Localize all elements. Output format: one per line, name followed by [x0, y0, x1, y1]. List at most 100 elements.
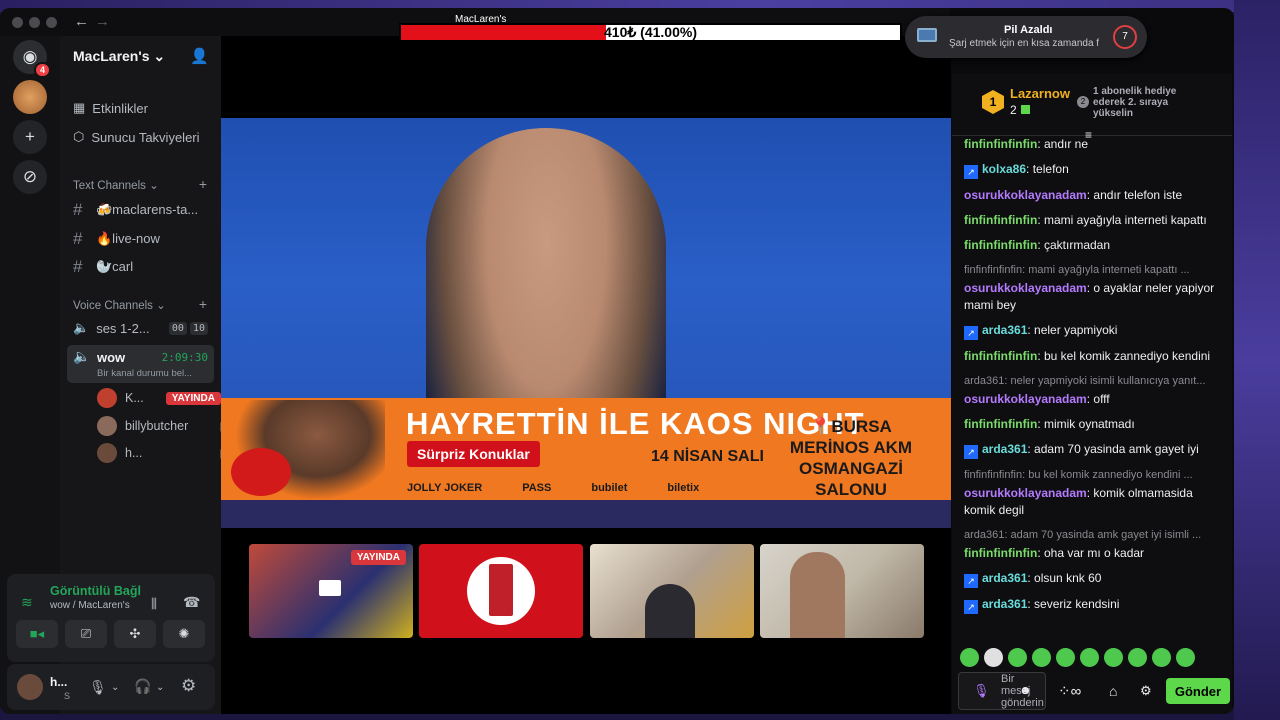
avatar — [97, 416, 117, 436]
emote-icon[interactable] — [960, 648, 979, 667]
text-channels-category[interactable]: Text Channels ⌄ — [73, 178, 159, 192]
server-avatar-maclarens[interactable] — [13, 80, 47, 114]
add-voice-channel-icon[interactable]: + — [199, 296, 207, 312]
sidebar-item-boosts[interactable]: ⬡ Sunucu Takviyeleri — [73, 129, 200, 145]
reply-preview[interactable]: arda361: neler yapmiyoki isimli kullanıc… — [964, 373, 1222, 390]
chat-username[interactable]: osurukkoklayanadam — [964, 281, 1087, 295]
server-name-header[interactable]: MacLaren's ⌄ — [73, 48, 165, 65]
microphone-icon[interactable]: 🎙 — [973, 683, 990, 699]
chat-username[interactable]: osurukkoklayanadam — [964, 392, 1087, 406]
emote-bar — [960, 648, 1195, 667]
chat-text: severiz kendsini — [1034, 597, 1120, 611]
stream-stage[interactable]: HAYRETTİN İLE KAOS NIGHT Sürpriz Konukla… — [221, 36, 951, 714]
main-stream-video[interactable]: HAYRETTİN İLE KAOS NIGHT Sürpriz Konukla… — [221, 118, 951, 528]
emote-icon[interactable] — [1104, 648, 1123, 667]
avatar[interactable] — [17, 674, 43, 700]
headphones-icon[interactable]: 🎧 — [134, 678, 151, 695]
screen-share-button[interactable]: ⎚ — [65, 620, 107, 648]
chat-username[interactable]: osurukkoklayanadam — [964, 486, 1087, 500]
chat-input[interactable]: 🎙 Bir mesaj gönderin ☻ — [958, 672, 1046, 710]
chevron-down-icon[interactable]: ⌄ — [111, 682, 119, 693]
chat-username[interactable]: kolxa86 — [982, 162, 1026, 176]
voice-channels-category[interactable]: Voice Channels ⌄ — [73, 298, 166, 312]
zoom-window-button[interactable] — [46, 17, 57, 28]
product-image — [489, 564, 513, 616]
chat-username[interactable]: finfinfinfinfin — [964, 349, 1037, 363]
chat-username[interactable]: arda361 — [982, 597, 1027, 611]
channel-maclarens[interactable]: # 🍻maclarens-ta... — [73, 200, 198, 220]
gear-icon[interactable]: ⚙ — [1140, 683, 1152, 699]
add-server-icon[interactable]: + — [13, 120, 47, 154]
stream-tile-2[interactable] — [419, 544, 583, 638]
voice-member-2[interactable]: billybutcher▮◂ — [97, 416, 232, 436]
stream-tile-4[interactable] — [760, 544, 924, 638]
discover-icon[interactable]: ⊘ — [13, 160, 47, 194]
banner-location: 📍BURSA MERİNOS AKM OSMANGAZİ SALONU — [789, 417, 913, 499]
activities-button[interactable]: ✣ — [114, 620, 156, 648]
webcam-person — [645, 584, 695, 638]
reply-preview[interactable]: finfinfinfinfin: bu kel komik zannediyo … — [964, 467, 1222, 484]
reply-preview[interactable]: arda361: adam 70 yasinda amk gayet iyi i… — [964, 527, 1222, 544]
noise-suppression-icon[interactable]: ⫼ — [151, 596, 157, 612]
gift-icon — [1021, 105, 1030, 114]
emote-icon[interactable] — [1080, 648, 1099, 667]
chat-username[interactable]: arda361 — [982, 571, 1027, 585]
emote-icon[interactable] — [1128, 648, 1147, 667]
store-icon[interactable]: ⌂ — [1109, 683, 1117, 699]
emote-icon[interactable] — [1152, 648, 1171, 667]
voice-member-3[interactable]: h...▮◂ — [97, 443, 232, 463]
bits-icon[interactable]: ⁘∞ — [1058, 682, 1081, 700]
emote-icon[interactable] — [1008, 648, 1027, 667]
stream-tile-1[interactable]: YAYINDA — [249, 544, 413, 638]
back-arrow-icon[interactable]: ← — [74, 13, 89, 30]
add-text-channel-icon[interactable]: + — [199, 176, 207, 192]
chat-text: mami ayağıyla interneti kapattı — [1043, 213, 1207, 227]
live-badge: YAYINDA — [350, 550, 406, 565]
microphone-icon[interactable]: 🎙 — [89, 679, 107, 696]
add-member-icon[interactable]: 👤 — [190, 47, 209, 65]
camera-button[interactable]: ■◂ — [16, 620, 58, 648]
voice-channel-wow[interactable]: 🔈 wow 2:09:30 Bir kanal durumu bel... — [67, 345, 214, 383]
emote-icon[interactable] — [984, 648, 1003, 667]
boost-icon: ⬡ — [73, 129, 85, 144]
soundboard-button[interactable]: ✺ — [163, 620, 205, 648]
close-window-button[interactable] — [12, 17, 23, 28]
forward-arrow-icon[interactable]: → — [95, 13, 110, 30]
chat-username[interactable]: arda361 — [982, 442, 1027, 456]
voice-connected-label[interactable]: Görüntülü Bağl — [50, 584, 141, 598]
sidebar-item-events[interactable]: ▦ Etkinlikler — [73, 100, 148, 116]
chat-username[interactable]: osurukkoklayanadam — [964, 188, 1087, 202]
gear-icon[interactable]: ⚙ — [181, 676, 196, 696]
chat-username[interactable]: finfinfinfinfin — [964, 213, 1037, 227]
chevron-down-icon[interactable]: ⌄ — [156, 682, 164, 693]
chat-username[interactable]: arda361 — [982, 323, 1027, 337]
voice-channel-ses[interactable]: 🔈 ses 1-2... 00 10 — [73, 320, 208, 336]
battery-notification[interactable]: Pil Azaldı Şarj etmek için en kısa zaman… — [905, 16, 1147, 58]
emote-icon[interactable] — [1176, 648, 1195, 667]
chat-message: osurukkoklayanadam: andır telefon iste — [964, 187, 1222, 204]
chat-username[interactable]: finfinfinfinfin — [964, 238, 1037, 252]
voice-member-1[interactable]: K... YAYINDA — [97, 388, 221, 408]
top-gifter-name[interactable]: Lazarnow — [1010, 86, 1070, 101]
emote-icon[interactable] — [1032, 648, 1051, 667]
emoji-icon[interactable]: ☻ — [1019, 683, 1032, 697]
chat-username[interactable]: finfinfinfinfin — [964, 137, 1037, 151]
event-banner: HAYRETTİN İLE KAOS NIGHT Sürpriz Konukla… — [221, 398, 951, 500]
disconnect-icon[interactable]: ☎ — [183, 594, 200, 611]
minimize-window-button[interactable] — [29, 17, 40, 28]
channel-carl[interactable]: # 🦭carl — [73, 257, 133, 277]
avatar — [97, 388, 117, 408]
discord-home-icon[interactable]: ◉ 4 — [13, 40, 51, 78]
chat-text: çaktırmadan — [1043, 238, 1111, 252]
chat-username[interactable]: finfinfinfinfin — [964, 417, 1037, 431]
chat-message: ↗ arda361: olsun knk 60 — [964, 570, 1222, 588]
video-camera-icon: ■◂ — [29, 626, 45, 641]
banner-date: 14 NİSAN SALI — [651, 448, 764, 465]
send-button[interactable]: Gönder — [1166, 678, 1230, 704]
stream-tile-3[interactable] — [590, 544, 754, 638]
reply-preview[interactable]: finfinfinfinfin: mami ayağıyla interneti… — [964, 262, 1222, 279]
chat-username[interactable]: finfinfinfinfin — [964, 546, 1037, 560]
emote-icon[interactable] — [1056, 648, 1075, 667]
chat-badge-icon: ↗ — [964, 165, 978, 179]
channel-live-now[interactable]: # 🔥live-now — [73, 229, 160, 249]
